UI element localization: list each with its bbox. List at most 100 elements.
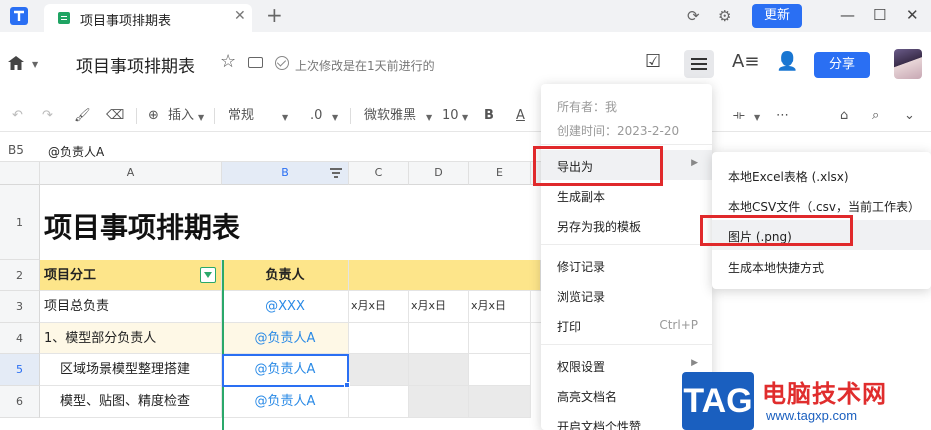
- minimize-icon[interactable]: —: [840, 5, 855, 25]
- user-avatar[interactable]: [894, 49, 922, 79]
- filter-active-icon[interactable]: [200, 267, 216, 283]
- fill-handle[interactable]: [344, 382, 350, 388]
- cell-e6[interactable]: [469, 386, 531, 418]
- cell-a3[interactable]: 项目总负责: [40, 291, 222, 323]
- column-filter-icon[interactable]: [330, 168, 342, 178]
- cell-c2-e2[interactable]: [349, 260, 541, 291]
- cell-b6[interactable]: @负责人A: [222, 386, 349, 418]
- select-all-corner[interactable]: [0, 162, 40, 185]
- decimal-button[interactable]: .0: [310, 106, 322, 126]
- move-folder-icon[interactable]: [248, 57, 263, 68]
- row-header-4[interactable]: 4: [0, 323, 40, 354]
- font-family-select[interactable]: 微软雅黑: [364, 106, 416, 126]
- selected-cell-outline: [222, 354, 349, 387]
- menu-item-save-template[interactable]: 另存为我的模板: [541, 210, 712, 240]
- undo-icon[interactable]: ↶: [12, 106, 23, 126]
- new-tab-icon[interactable]: +: [266, 4, 283, 26]
- update-button[interactable]: 更新: [752, 4, 802, 28]
- align-vertical-icon[interactable]: ⟛: [733, 106, 745, 126]
- cell-b4[interactable]: @负责人A: [222, 323, 349, 354]
- search-icon[interactable]: ⌕: [872, 106, 879, 126]
- column-header-e[interactable]: E: [469, 162, 531, 185]
- cell-reference[interactable]: B5: [8, 143, 24, 157]
- cell-a4[interactable]: 1、模型部分负责人: [40, 323, 222, 354]
- print-shortcut: Ctrl+P: [659, 318, 698, 332]
- formula-input[interactable]: @负责人A: [48, 143, 104, 160]
- insert-button[interactable]: 插入: [168, 106, 194, 126]
- tab-close-icon[interactable]: ✕: [234, 8, 246, 24]
- freeze-line[interactable]: [222, 260, 224, 430]
- highlight-png-option: [700, 215, 853, 246]
- submenu-arrow-icon: ▶: [691, 358, 698, 368]
- font-color-button[interactable]: A: [516, 106, 525, 126]
- bold-button[interactable]: B: [484, 106, 494, 126]
- column-header-a[interactable]: A: [40, 162, 222, 185]
- document-tab[interactable]: 项目事项排期表 ✕: [44, 4, 252, 32]
- font-size-select[interactable]: 10: [442, 106, 459, 126]
- column-header-b[interactable]: B: [222, 162, 349, 185]
- watermark-url: www.tagxp.com: [766, 408, 858, 423]
- document-header: ▼ 项目事项排期表 ☆ 上次修改是在1天前进行的 ☑ A≡ 👤 分享: [0, 32, 931, 94]
- text-format-icon[interactable]: A≡: [732, 50, 759, 74]
- column-header-d[interactable]: D: [409, 162, 469, 185]
- collapse-toolbar-icon[interactable]: ⌄: [904, 106, 915, 126]
- decimal-dropdown-icon[interactable]: ▼: [332, 113, 338, 122]
- cell-a2[interactable]: 项目分工: [40, 260, 222, 291]
- cell-e3[interactable]: x月x日: [469, 291, 531, 323]
- cell-b3[interactable]: @XXX: [222, 291, 349, 323]
- insert-plus-icon[interactable]: ⊕: [148, 106, 159, 126]
- redo-icon[interactable]: ↷: [42, 106, 53, 126]
- document-title[interactable]: 项目事项排期表: [76, 52, 195, 77]
- cell-d5[interactable]: [409, 354, 469, 386]
- font-dropdown-icon[interactable]: ▼: [426, 113, 432, 122]
- cell-d4[interactable]: [409, 323, 469, 354]
- number-format-select[interactable]: 常规: [228, 106, 254, 126]
- task-check-icon[interactable]: ☑: [645, 50, 661, 74]
- home-dropdown-icon[interactable]: ▼: [32, 60, 38, 69]
- row-header-2[interactable]: 2: [0, 260, 40, 291]
- cell-c3[interactable]: x月x日: [349, 291, 409, 323]
- home-icon[interactable]: [8, 56, 24, 70]
- clear-format-icon[interactable]: ⌫: [106, 106, 124, 126]
- settings-gear-icon[interactable]: ⚙: [718, 6, 731, 26]
- sheet-title[interactable]: 项目事项排期表: [44, 206, 240, 246]
- watermark-title: 电脑技术网: [762, 380, 887, 408]
- cell-a5[interactable]: 区域场景模型整理搭建: [40, 354, 222, 386]
- format-painter-icon[interactable]: 🖌: [74, 106, 91, 126]
- cell-c6[interactable]: [349, 386, 409, 418]
- share-button[interactable]: 分享: [814, 52, 870, 78]
- align-dropdown-icon[interactable]: ▼: [754, 113, 760, 122]
- saved-check-icon: [275, 56, 289, 70]
- watermark-badge: TAG: [682, 372, 754, 430]
- export-shortcut[interactable]: 生成本地快捷方式: [712, 251, 931, 281]
- row-header-1[interactable]: 1: [0, 185, 40, 260]
- cell-b2[interactable]: 负责人: [222, 260, 349, 291]
- cell-d6[interactable]: [409, 386, 469, 418]
- more-menu-button[interactable]: [684, 50, 714, 78]
- row-header-3[interactable]: 3: [0, 291, 40, 323]
- row-header-5[interactable]: 5: [0, 354, 40, 386]
- menu-item-print[interactable]: 打印 Ctrl+P: [541, 310, 712, 340]
- cell-e4[interactable]: [469, 323, 531, 354]
- cell-a6[interactable]: 模型、贴图、精度检查: [40, 386, 222, 418]
- insert-dropdown-icon[interactable]: ▼: [198, 113, 204, 122]
- submenu-arrow-icon: ▶: [691, 158, 698, 168]
- maximize-icon[interactable]: ☐: [873, 5, 886, 25]
- more-tools-icon[interactable]: ⋯: [776, 106, 789, 126]
- column-header-c[interactable]: C: [349, 162, 409, 185]
- add-collaborator-icon[interactable]: 👤: [776, 50, 798, 74]
- brush-tool-icon[interactable]: ⌂: [840, 106, 848, 126]
- sync-icon[interactable]: ⟳: [687, 6, 700, 26]
- star-icon[interactable]: ☆: [220, 51, 236, 72]
- cell-c5[interactable]: [349, 354, 409, 386]
- export-xlsx[interactable]: 本地Excel表格 (.xlsx): [712, 160, 931, 190]
- font-size-dropdown-icon[interactable]: ▼: [462, 113, 468, 122]
- cell-d3[interactable]: x月x日: [409, 291, 469, 323]
- menu-item-revision-history[interactable]: 修订记录: [541, 250, 712, 280]
- close-window-icon[interactable]: ✕: [906, 5, 919, 25]
- cell-e5[interactable]: [469, 354, 531, 386]
- menu-item-view-history[interactable]: 浏览记录: [541, 280, 712, 310]
- cell-c4[interactable]: [349, 323, 409, 354]
- number-format-dropdown-icon[interactable]: ▼: [282, 113, 288, 122]
- row-header-6[interactable]: 6: [0, 386, 40, 418]
